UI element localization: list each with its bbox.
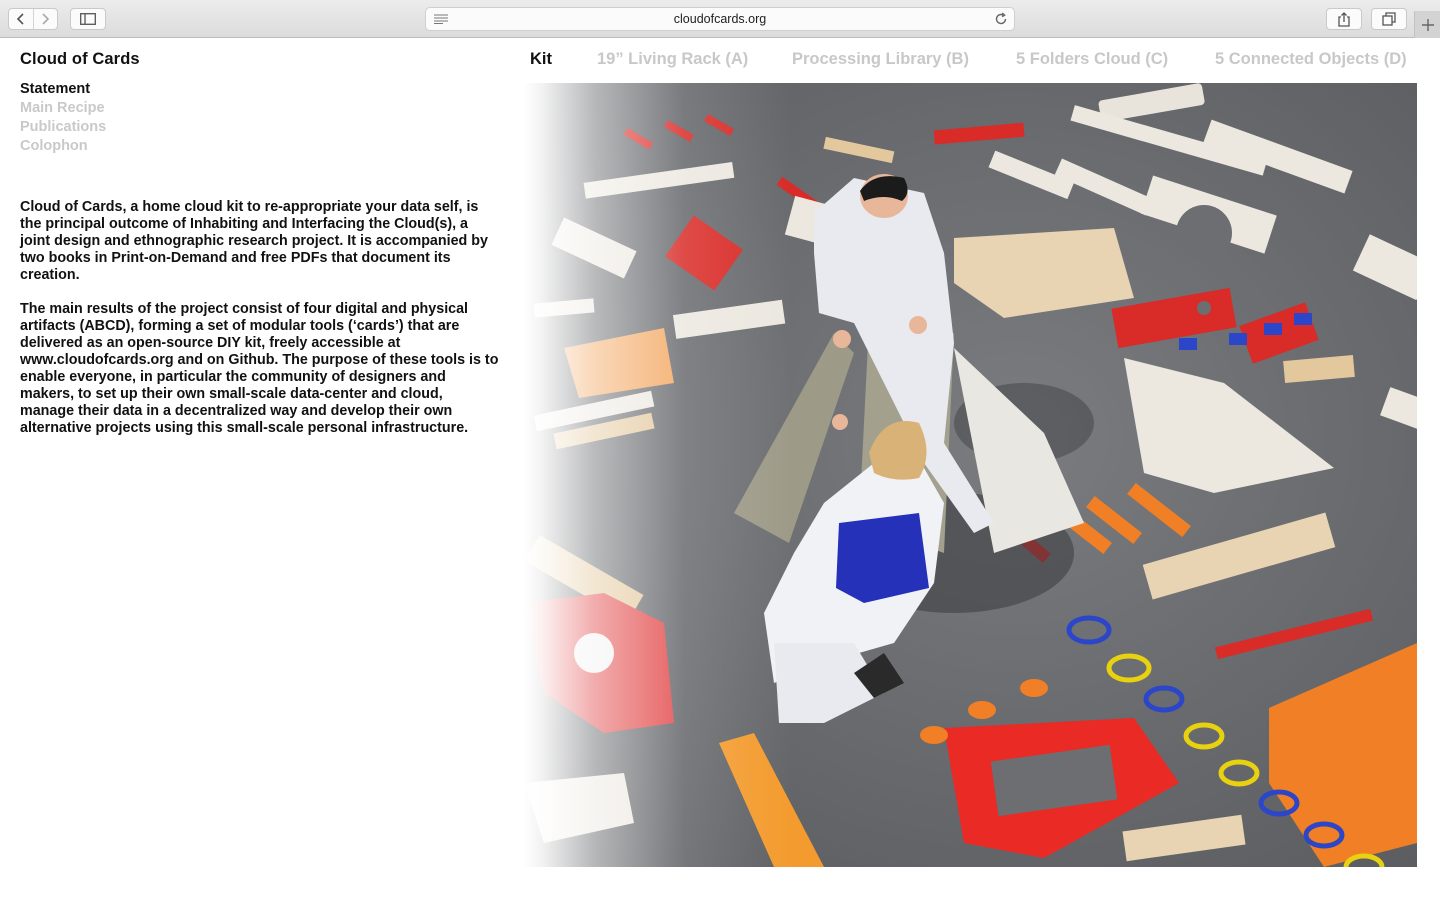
side-nav: Statement Main Recipe Publications Colop… bbox=[20, 80, 106, 156]
browser-toolbar: cloudofcards.org bbox=[0, 0, 1440, 38]
tab-kit[interactable]: Kit bbox=[530, 50, 552, 69]
url-text: cloudofcards.org bbox=[673, 12, 767, 26]
side-nav-item-publications[interactable]: Publications bbox=[20, 118, 106, 137]
chevron-right-icon bbox=[42, 13, 50, 25]
kit-illustration bbox=[524, 83, 1417, 867]
statement-paragraph: Cloud of Cards, a home cloud kit to re-a… bbox=[20, 199, 488, 283]
reload-icon[interactable] bbox=[994, 12, 1008, 26]
project-tabs: Kit 19” Living Rack (A) Processing Libra… bbox=[530, 50, 1430, 72]
kit-photo bbox=[524, 83, 1417, 867]
side-nav-item-statement[interactable]: Statement bbox=[20, 80, 106, 99]
side-nav-item-main-recipe[interactable]: Main Recipe bbox=[20, 99, 106, 118]
statement-paragraph: The main results of the project consist … bbox=[20, 301, 499, 436]
history-nav bbox=[8, 8, 58, 30]
statement-text: Cloud of Cards, a home cloud kit to re-a… bbox=[20, 199, 500, 437]
address-bar[interactable]: cloudofcards.org bbox=[425, 7, 1015, 31]
tab-processing-library[interactable]: Processing Library (B) bbox=[792, 50, 969, 69]
tab-living-rack[interactable]: 19” Living Rack (A) bbox=[597, 50, 748, 69]
site-title[interactable]: Cloud of Cards bbox=[20, 50, 140, 69]
tab-connected-objects[interactable]: 5 Connected Objects (D) bbox=[1215, 50, 1407, 69]
back-button[interactable] bbox=[9, 9, 33, 29]
new-tab-button[interactable] bbox=[1414, 11, 1440, 38]
chevron-left-icon bbox=[16, 13, 24, 25]
tabs-icon bbox=[1382, 12, 1396, 26]
sidebar-icon bbox=[80, 13, 96, 25]
sidebar-toggle-button[interactable] bbox=[70, 8, 106, 30]
forward-button[interactable] bbox=[32, 9, 57, 29]
plus-icon bbox=[1421, 18, 1434, 31]
share-icon bbox=[1338, 11, 1350, 27]
tabs-overview-button[interactable] bbox=[1371, 8, 1407, 30]
side-nav-item-colophon[interactable]: Colophon bbox=[20, 137, 106, 156]
share-button[interactable] bbox=[1326, 8, 1362, 30]
tab-folders-cloud[interactable]: 5 Folders Cloud (C) bbox=[1016, 50, 1168, 69]
